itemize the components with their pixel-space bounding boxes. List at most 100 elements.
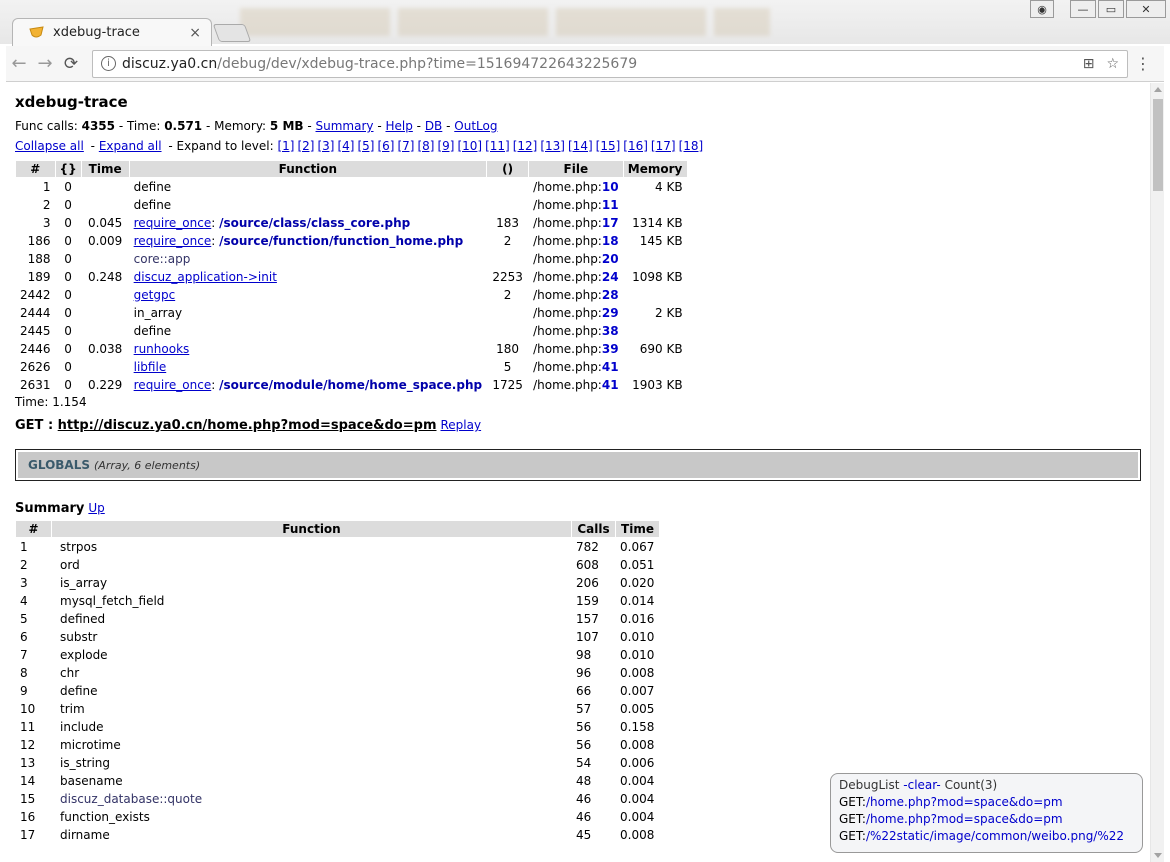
summary-function: mysql_fetch_field [51, 591, 572, 610]
reload-icon[interactable]: ⟳ [58, 54, 84, 74]
scrollbar-thumb[interactable] [1153, 99, 1163, 191]
function-name[interactable]: discuz_application->init [134, 270, 277, 284]
debuglist-url[interactable]: /%22static/image/common/weibo.png/%22 [866, 829, 1124, 843]
vertical-scrollbar[interactable] [1150, 83, 1164, 862]
level-link-10[interactable]: [10] [457, 139, 482, 153]
back-icon[interactable]: ← [6, 53, 32, 74]
trace-line[interactable]: 24 [602, 270, 619, 284]
trace-line[interactable]: 20 [602, 252, 619, 266]
function-name[interactable]: require_once [134, 216, 212, 230]
debuglist-clear-link[interactable]: -clear- [903, 778, 941, 792]
summary-up-link[interactable]: Up [88, 501, 104, 515]
collapse-all-link[interactable]: Collapse all [15, 139, 84, 153]
trace-num: 2631 [15, 375, 56, 394]
level-link-11[interactable]: [11] [485, 139, 510, 153]
tab-title: xdebug-trace [53, 25, 140, 40]
summary-row: 9 define 66 0.007 [15, 681, 660, 700]
trace-header-2: Time [80, 160, 130, 178]
scroll-down-icon[interactable] [1154, 853, 1162, 858]
trace-braces: 0 [54, 231, 82, 250]
level-link-5[interactable]: [5] [357, 139, 374, 153]
trace-line[interactable]: 28 [602, 288, 619, 302]
trace-line[interactable]: 29 [602, 306, 619, 320]
debuglist-item[interactable]: GET:/home.php?mod=space&do=pm [839, 794, 1134, 811]
level-link-13[interactable]: [13] [540, 139, 565, 153]
function-name: in_array [133, 305, 183, 320]
tab-close-icon[interactable]: × [189, 25, 201, 41]
trace-function: in_array [128, 303, 488, 322]
help-link[interactable]: Help [385, 119, 412, 133]
translate-icon[interactable]: ⊞ [1083, 56, 1095, 72]
debuglist-url[interactable]: /home.php?mod=space&do=pm [866, 795, 1063, 809]
summary-function: function_exists [51, 807, 572, 826]
debuglist-item[interactable]: GET:/home.php?mod=space&do=pm [839, 811, 1134, 828]
debuglist-header: DebugList -clear- Count(3) [839, 778, 998, 792]
summary-num: 5 [15, 609, 52, 628]
level-link-6[interactable]: [6] [377, 139, 394, 153]
replay-link[interactable]: Replay [441, 418, 482, 432]
trace-line[interactable]: 38 [602, 324, 619, 338]
level-link-12[interactable]: [12] [513, 139, 538, 153]
debuglist-url[interactable]: /home.php?mod=space&do=pm [866, 812, 1063, 826]
address-bar[interactable]: i discuz.ya0.cn /debug/dev/xdebug-trace.… [92, 49, 1128, 78]
level-link-2[interactable]: [2] [297, 139, 314, 153]
summary-link[interactable]: Summary [316, 119, 374, 133]
summary-function-name: mysql_fetch_field [60, 593, 165, 608]
function-name[interactable]: libfile [134, 360, 167, 374]
trace-header-4: () [486, 160, 530, 178]
summary-row: 16 function_exists 46 0.004 [15, 807, 660, 826]
trace-line[interactable]: 41 [602, 360, 619, 374]
globals-panel[interactable]: GLOBALS (Array, 6 elements) [15, 449, 1141, 481]
tab-xdebug-trace[interactable]: xdebug-trace × [12, 18, 212, 46]
function-name[interactable]: runhooks [134, 342, 190, 356]
maximize-button[interactable]: ▭ [1098, 0, 1124, 18]
window-close-button[interactable]: ✕ [1126, 0, 1166, 18]
expand-all-link[interactable]: Expand all [99, 139, 162, 153]
level-link-15[interactable]: [15] [596, 139, 621, 153]
trace-line[interactable]: 11 [602, 198, 619, 212]
info-icon[interactable]: i [101, 56, 116, 71]
bookmark-star-icon[interactable]: ☆ [1106, 56, 1119, 72]
level-link-1[interactable]: [1] [277, 139, 294, 153]
summary-function: trim [51, 699, 572, 718]
level-link-7[interactable]: [7] [397, 139, 414, 153]
function-name: define [133, 179, 172, 194]
browser-menu-icon[interactable]: ⋮ [1128, 54, 1158, 73]
level-link-8[interactable]: [8] [417, 139, 434, 153]
summary-num: 9 [15, 681, 52, 700]
memory-value: 5 MB [269, 119, 304, 133]
function-name[interactable]: require_once [134, 378, 212, 392]
level-link-17[interactable]: [17] [651, 139, 676, 153]
db-link[interactable]: DB [425, 119, 442, 133]
summary-time: 0.020 [615, 573, 660, 592]
level-link-18[interactable]: [18] [679, 139, 704, 153]
level-link-9[interactable]: [9] [437, 139, 454, 153]
trace-line[interactable]: 10 [602, 180, 619, 194]
level-link-4[interactable]: [4] [337, 139, 354, 153]
trace-function: runhooks [128, 339, 488, 358]
trace-function: libfile [128, 357, 488, 376]
level-link-16[interactable]: [16] [623, 139, 648, 153]
summary-header-2: Calls [571, 520, 616, 538]
trace-line[interactable]: 39 [602, 342, 619, 356]
scroll-up-icon[interactable] [1154, 87, 1162, 92]
trace-line[interactable]: 41 [602, 378, 619, 392]
outlog-link[interactable]: OutLog [454, 119, 497, 133]
request-url[interactable]: http://discuz.ya0.cn/home.php?mod=space&… [58, 418, 437, 433]
summary-function-name: chr [60, 665, 80, 680]
trace-line[interactable]: 18 [602, 234, 619, 248]
summary-calls: 56 [571, 717, 616, 736]
debuglist-item[interactable]: GET:/%22static/image/common/weibo.png/%2… [839, 828, 1134, 845]
minimize-button[interactable]: — [1070, 0, 1096, 18]
profile-icon[interactable]: ◉ [1030, 0, 1054, 18]
level-link-3[interactable]: [3] [317, 139, 334, 153]
globals-meta: (Array, 6 elements) [94, 458, 201, 472]
trace-line[interactable]: 17 [602, 216, 619, 230]
function-name[interactable]: require_once [134, 234, 212, 248]
trace-function: require_once: /source/function/function_… [128, 231, 488, 250]
new-tab-button[interactable] [212, 24, 252, 42]
forward-icon[interactable]: → [32, 53, 58, 74]
stats-line: Func calls: 4355 - Time: 0.571 - Memory:… [15, 119, 498, 133]
function-name[interactable]: getgpc [134, 288, 176, 302]
level-link-14[interactable]: [14] [568, 139, 593, 153]
